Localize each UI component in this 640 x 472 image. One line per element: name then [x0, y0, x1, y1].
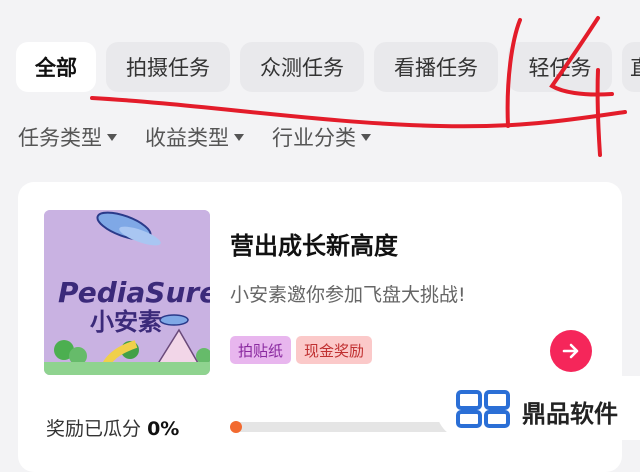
watermark-text: 鼎品软件 [522, 400, 618, 428]
tab-live-partial[interactable]: 直 [622, 42, 640, 92]
filter-income-type[interactable]: 收益类型 [145, 120, 244, 154]
task-thumbnail: PediaSure 小安素 [44, 210, 210, 375]
filter-label: 行业分类 [272, 126, 356, 150]
tag-sticker: 拍贴纸 [230, 336, 292, 364]
tab-crowd-testing-tasks[interactable]: 众测任务 [240, 42, 364, 92]
tab-all[interactable]: 全部 [16, 42, 96, 92]
filter-label: 任务类型 [18, 126, 102, 150]
tab-shooting-tasks[interactable]: 拍摄任务 [106, 42, 230, 92]
caret-down-icon [107, 133, 117, 141]
filter-task-type[interactable]: 任务类型 [18, 120, 117, 154]
task-category-tabs: 全部 拍摄任务 众测任务 看播任务 轻任务 直 [0, 42, 640, 92]
reward-label: 奖励已瓜分 [46, 418, 142, 440]
reward-percent: 0% [147, 418, 180, 440]
tag-cash-reward: 现金奖励 [296, 336, 373, 364]
reward-progress-label: 奖励已瓜分 0% [46, 414, 179, 441]
brand-logo-cn: 小安素 [90, 308, 162, 336]
filter-label: 收益类型 [145, 126, 229, 150]
arrow-right-icon [562, 343, 579, 359]
watermark: 鼎品软件 [436, 376, 640, 440]
filter-bar: 任务类型 收益类型 行业分类 [18, 120, 371, 154]
tab-live-watching-tasks[interactable]: 看播任务 [374, 42, 498, 92]
watermark-logo-icon [456, 390, 510, 428]
task-title: 营出成长新高度 [230, 232, 398, 260]
task-subtitle: 小安素邀你参加飞盘大挑战! [230, 284, 466, 306]
tab-light-tasks[interactable]: 轻任务 [508, 42, 612, 92]
caret-down-icon [234, 133, 244, 141]
reward-progress-bar [230, 421, 468, 433]
brand-logo-en: PediaSure [58, 276, 210, 309]
caret-down-icon [361, 133, 371, 141]
progress-indicator [230, 421, 242, 433]
go-to-task-button[interactable] [550, 330, 592, 372]
filter-industry[interactable]: 行业分类 [272, 120, 371, 154]
